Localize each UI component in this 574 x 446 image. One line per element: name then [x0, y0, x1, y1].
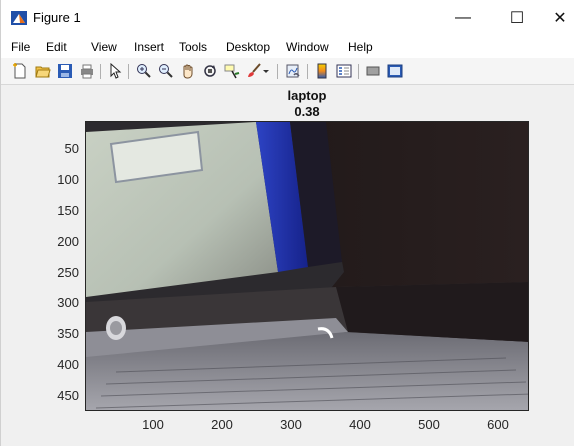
ytick-label: 100: [57, 172, 79, 187]
open-file-icon[interactable]: [34, 62, 52, 80]
minimize-icon: —: [455, 9, 471, 26]
toolbar-separator: [358, 64, 359, 79]
menu-window[interactable]: Window: [286, 40, 329, 54]
axes-title-score: 0.38: [294, 104, 320, 119]
ytick-label: 200: [57, 234, 79, 249]
menu-edit[interactable]: Edit: [46, 40, 67, 54]
menu-insert[interactable]: Insert: [134, 40, 164, 54]
axes-title-label: laptop: [287, 88, 327, 103]
rotate-3d-icon[interactable]: [201, 62, 219, 80]
toolbar-separator: [277, 64, 278, 79]
ytick-label: 350: [57, 326, 79, 341]
maximize-icon: ☐: [509, 10, 525, 27]
xtick-label: 500: [418, 417, 440, 432]
new-figure-icon[interactable]: [11, 62, 29, 80]
webcam-photo-laptop: [86, 122, 528, 410]
colorbar-icon[interactable]: [313, 62, 331, 80]
maximize-button[interactable]: ☐: [495, 0, 539, 36]
print-icon[interactable]: [78, 62, 96, 80]
ytick-label: 450: [57, 388, 79, 403]
close-button[interactable]: ✕: [545, 0, 574, 36]
legend-icon[interactable]: [335, 62, 353, 80]
xtick-label: 400: [349, 417, 371, 432]
menu-bar: File Edit View Insert Tools Desktop Wind…: [1, 36, 574, 58]
figure-window: Figure 1 — ☐ ✕ File Edit View Insert Too…: [0, 0, 574, 446]
zoom-in-icon[interactable]: [135, 62, 153, 80]
xtick-label: 300: [280, 417, 302, 432]
title-bar[interactable]: Figure 1 — ☐ ✕: [1, 0, 574, 36]
pan-icon[interactable]: [179, 62, 197, 80]
menu-view[interactable]: View: [91, 40, 117, 54]
close-icon: ✕: [553, 10, 567, 27]
ytick-label: 50: [64, 141, 79, 156]
matlab-logo-icon: [11, 11, 27, 25]
show-plot-tools-icon[interactable]: [386, 62, 404, 80]
pointer-icon[interactable]: [106, 62, 124, 80]
hide-plot-tools-icon[interactable]: [364, 62, 382, 80]
ytick-label: 300: [57, 295, 79, 310]
toolbar-separator: [100, 64, 101, 79]
link-plot-icon[interactable]: [284, 62, 302, 80]
menu-desktop[interactable]: Desktop: [226, 40, 270, 54]
image-axes[interactable]: [85, 121, 529, 411]
minimize-button[interactable]: —: [441, 0, 485, 36]
figure-toolbar: [1, 58, 574, 85]
data-cursor-icon[interactable]: [223, 62, 241, 80]
ytick-label: 400: [57, 357, 79, 372]
brush-dropdown-icon[interactable]: [261, 62, 271, 80]
ytick-label: 250: [57, 265, 79, 280]
zoom-out-icon[interactable]: [157, 62, 175, 80]
xtick-label: 100: [142, 417, 164, 432]
window-title: Figure 1: [33, 10, 81, 25]
menu-file[interactable]: File: [11, 40, 30, 54]
xtick-label: 600: [487, 417, 509, 432]
save-icon[interactable]: [56, 62, 74, 80]
toolbar-separator: [128, 64, 129, 79]
xtick-label: 200: [211, 417, 233, 432]
toolbar-separator: [307, 64, 308, 79]
menu-tools[interactable]: Tools: [179, 40, 207, 54]
ytick-label: 150: [57, 203, 79, 218]
menu-help[interactable]: Help: [348, 40, 373, 54]
